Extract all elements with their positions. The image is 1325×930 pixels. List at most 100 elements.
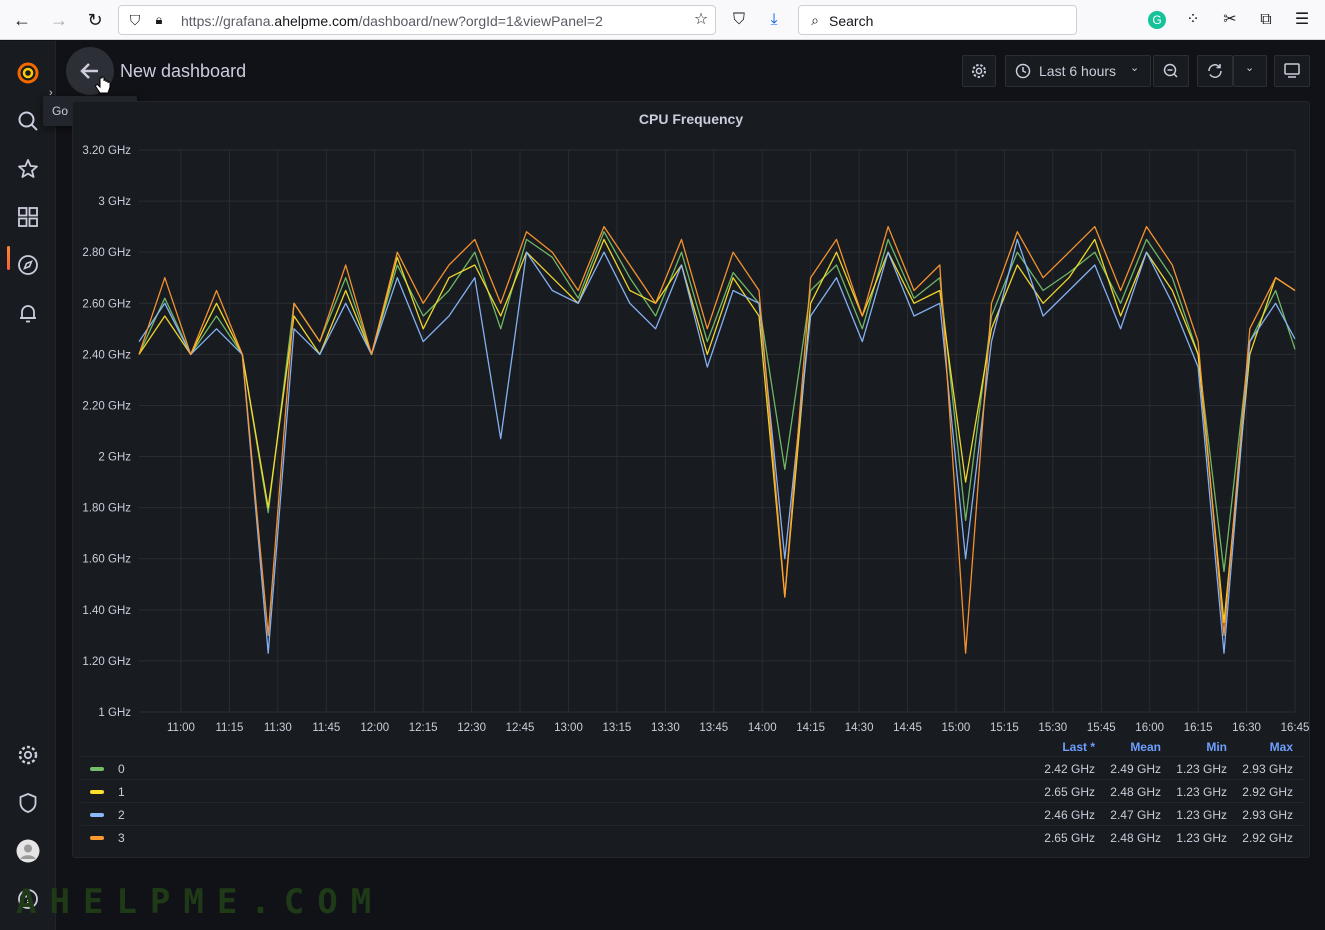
legend-value-min: 1.23 GHz xyxy=(1176,808,1227,822)
x-tick-label: 12:45 xyxy=(506,722,535,734)
server-admin-shield-icon[interactable] xyxy=(16,791,40,815)
browser-search-input[interactable]: ⌕ Search xyxy=(798,5,1077,35)
dashboard-settings-button[interactable] xyxy=(962,55,996,87)
extension-icon[interactable]: ⁘ xyxy=(1183,10,1203,30)
puzzle-icon[interactable]: ⧉ xyxy=(1256,10,1276,30)
x-tick-label: 16:45 xyxy=(1281,722,1310,734)
dashboards-icon[interactable] xyxy=(16,205,40,229)
x-tick-label: 13:15 xyxy=(603,722,632,734)
y-tick-label: 3 GHz xyxy=(98,196,131,208)
legend-row-2[interactable]: 2 2.46 GHz 2.47 GHz 1.23 GHz 2.93 GHz xyxy=(81,802,1305,825)
x-tick-label: 16:30 xyxy=(1232,722,1261,734)
reload-icon[interactable]: ↻ xyxy=(83,8,107,32)
alerting-bell-icon[interactable] xyxy=(16,301,40,325)
time-picker-button[interactable]: Last 6 hours ⌄ xyxy=(1005,55,1151,87)
x-tick-label: 12:00 xyxy=(360,722,389,734)
dashboard-title: New dashboard xyxy=(120,61,247,81)
tv-mode-button[interactable] xyxy=(1274,55,1310,87)
back-arrow-icon[interactable]: ← xyxy=(10,8,34,32)
menu-icon[interactable]: ☰ xyxy=(1292,10,1312,30)
legend-value-max: 2.93 GHz xyxy=(1242,762,1293,776)
settings-gear-icon xyxy=(972,64,986,78)
legend-row-0[interactable]: 0 2.42 GHz 2.49 GHz 1.23 GHz 2.93 GHz xyxy=(81,756,1305,779)
y-tick-label: 2.40 GHz xyxy=(82,349,131,361)
legend-header-min[interactable]: Min xyxy=(1169,740,1227,754)
refresh-interval-dropdown[interactable]: ⌄ xyxy=(1233,55,1267,87)
pocket-icon[interactable]: ⛉ xyxy=(729,10,749,30)
legend-value-min: 1.23 GHz xyxy=(1176,831,1227,845)
download-icon[interactable]: ⤓ xyxy=(764,10,784,30)
x-tick-label: 15:00 xyxy=(942,722,971,734)
x-tick-label: 12:30 xyxy=(457,722,486,734)
active-indicator xyxy=(7,246,10,270)
side-menu-expand-icon[interactable]: › xyxy=(49,86,63,100)
forward-arrow-icon[interactable]: → xyxy=(47,8,71,32)
screenshot-icon[interactable]: ✂ xyxy=(1220,10,1240,30)
browser-toolbar: ← → ↻ ⛉ 🔒︎ https://grafana.ahelpme.com/d… xyxy=(0,0,1325,40)
user-avatar-icon[interactable] xyxy=(16,839,40,863)
x-tick-label: 15:15 xyxy=(990,722,1019,734)
legend-header-last[interactable]: Last * xyxy=(1013,740,1095,754)
legend-header-mean[interactable]: Mean xyxy=(1103,740,1161,754)
grafana-logo-icon[interactable] xyxy=(16,61,40,85)
legend-color-swatch[interactable] xyxy=(90,813,104,817)
star-icon[interactable] xyxy=(16,157,40,181)
grammarly-icon[interactable]: G xyxy=(1148,11,1166,29)
legend-value-mean: 2.48 GHz xyxy=(1110,785,1161,799)
legend-series-name[interactable]: 0 xyxy=(118,762,125,776)
legend-value-max: 2.93 GHz xyxy=(1242,808,1293,822)
legend-value-mean: 2.49 GHz xyxy=(1110,762,1161,776)
zoom-out-button[interactable] xyxy=(1153,55,1189,87)
x-tick-label: 15:45 xyxy=(1087,722,1116,734)
search-placeholder: Search xyxy=(829,13,874,29)
url-bar[interactable]: ⛉ 🔒︎ https://grafana.ahelpme.com/dashboa… xyxy=(118,5,716,35)
cpu-frequency-panel: CPU Frequency 1 GHz 1.20 GHz 1.40 GHz 1.60 … xyxy=(72,101,1310,858)
legend-value-last: 2.65 GHz xyxy=(1044,785,1095,799)
zoom-out-icon xyxy=(1163,63,1178,78)
y-tick-label: 2.20 GHz xyxy=(82,400,131,412)
search-icon[interactable] xyxy=(16,109,40,133)
bookmark-star-icon[interactable]: ☆ xyxy=(691,10,711,30)
cpu-frequency-chart[interactable]: 1 GHz 1.20 GHz 1.40 GHz 1.60 GHz 1.80 GHz 2 G… xyxy=(73,102,1311,742)
explore-compass-icon[interactable] xyxy=(16,253,40,277)
legend-row-3[interactable]: 3 2.65 GHz 2.48 GHz 1.23 GHz 2.92 GHz xyxy=(81,825,1305,848)
chevron-down-icon: ⌄ xyxy=(1245,62,1255,74)
chevron-down-icon: ⌄ xyxy=(1130,62,1140,74)
legend-series-name[interactable]: 2 xyxy=(118,808,125,822)
x-tick-label: 16:15 xyxy=(1184,722,1213,734)
legend-color-swatch[interactable] xyxy=(90,767,104,771)
y-tick-label: 2.80 GHz xyxy=(82,247,131,259)
y-tick-label: 1.60 GHz xyxy=(82,554,131,566)
hand-cursor-icon xyxy=(95,76,111,94)
url-text: https://grafana.ahelpme.com/dashboard/ne… xyxy=(181,13,603,29)
shield-icon[interactable]: ⛉ xyxy=(125,10,145,30)
y-tick-label: 1.80 GHz xyxy=(82,503,131,515)
legend-value-max: 2.92 GHz xyxy=(1242,785,1293,799)
x-tick-label: 13:45 xyxy=(699,722,728,734)
watermark: AHELPME.COM xyxy=(16,882,385,922)
x-tick-label: 16:00 xyxy=(1135,722,1164,734)
series-line-3 xyxy=(138,225,1296,654)
search-icon: ⌕ xyxy=(811,12,819,28)
legend-value-min: 1.23 GHz xyxy=(1176,762,1227,776)
x-tick-label: 11:45 xyxy=(312,722,340,734)
legend-series-name[interactable]: 3 xyxy=(118,831,125,845)
x-tick-label: 11:30 xyxy=(264,722,292,734)
legend-value-last: 2.65 GHz xyxy=(1044,831,1095,845)
legend-series-name[interactable]: 1 xyxy=(118,785,125,799)
x-tick-label: 13:00 xyxy=(554,722,583,734)
legend-value-mean: 2.47 GHz xyxy=(1110,808,1161,822)
legend-row-1[interactable]: 1 2.65 GHz 2.48 GHz 1.23 GHz 2.92 GHz xyxy=(81,779,1305,802)
lock-icon[interactable]: 🔒︎ xyxy=(149,10,169,30)
refresh-button[interactable] xyxy=(1197,55,1233,87)
y-tick-label: 1.20 GHz xyxy=(82,656,131,668)
legend-value-mean: 2.48 GHz xyxy=(1110,831,1161,845)
x-tick-label: 14:00 xyxy=(748,722,777,734)
legend-header-max[interactable]: Max xyxy=(1235,740,1293,754)
configuration-gear-icon[interactable] xyxy=(16,743,40,767)
y-tick-label: 2.60 GHz xyxy=(82,298,131,310)
legend-color-swatch[interactable] xyxy=(90,790,104,794)
series-line-1 xyxy=(138,238,1296,624)
legend-color-swatch[interactable] xyxy=(90,836,104,840)
legend-value-last: 2.46 GHz xyxy=(1044,808,1095,822)
